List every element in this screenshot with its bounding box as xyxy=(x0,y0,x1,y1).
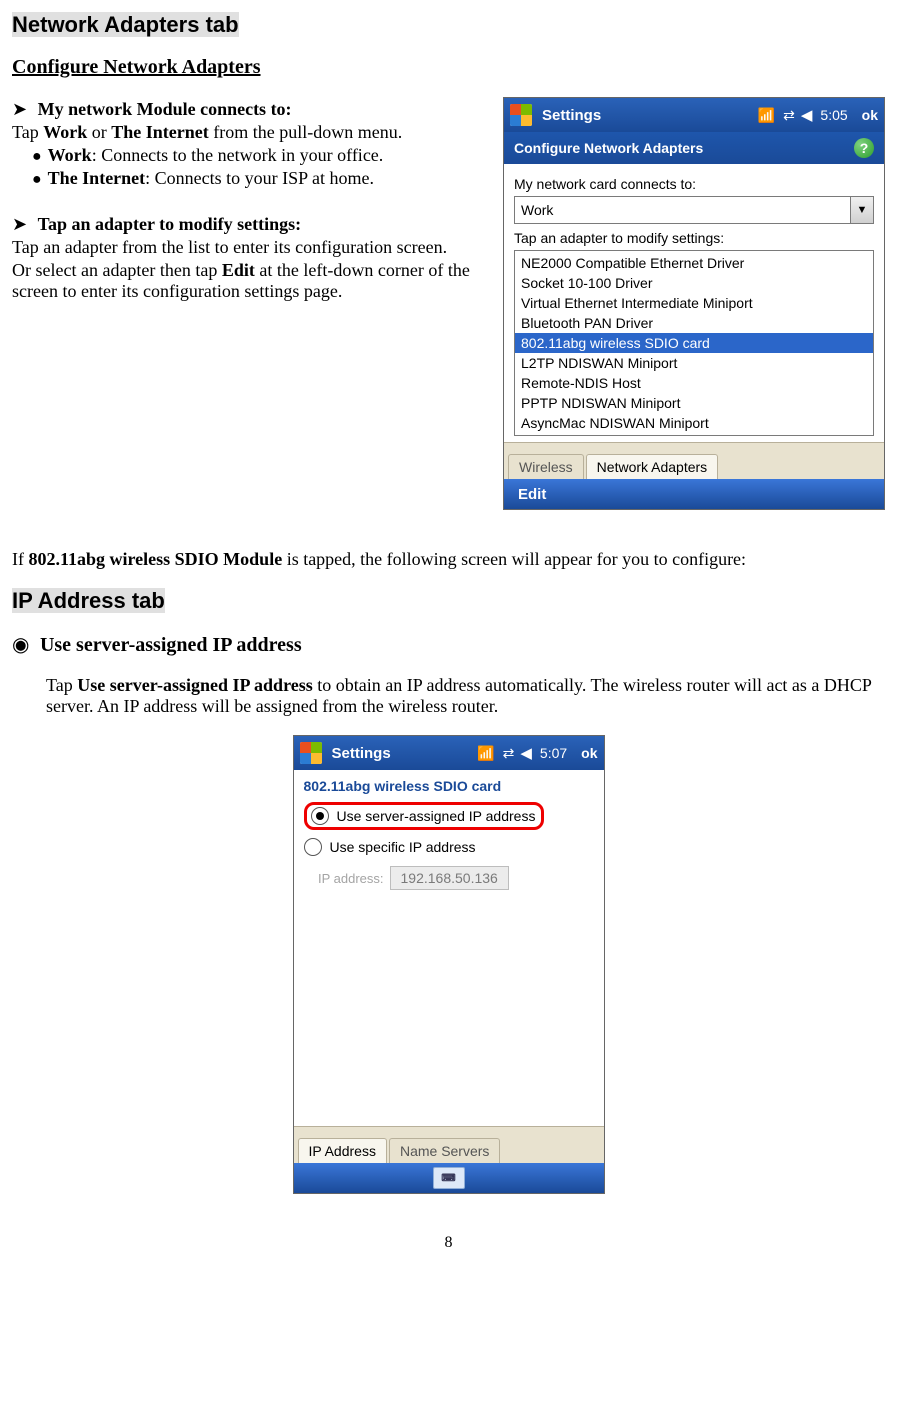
connects-to-dropdown[interactable]: Work ▼ xyxy=(514,196,874,224)
window-title: Settings xyxy=(542,107,601,124)
heading-configure-network-adapters: Configure Network Adapters xyxy=(12,56,261,78)
list-item[interactable]: Socket 10-100 Driver xyxy=(515,273,873,293)
list-item[interactable]: Virtual Ethernet Intermediate Miniport xyxy=(515,293,873,313)
antenna-icon[interactable]: 📶 xyxy=(758,107,775,124)
doc-text: Tap an adapter from the list to enter it… xyxy=(12,237,489,258)
chevron-right-icon: ➤ xyxy=(12,214,27,234)
ok-button[interactable]: ok xyxy=(862,107,878,123)
item-use-server-assigned: Use server-assigned IP address xyxy=(40,634,302,656)
list-item-selected[interactable]: 802.11abg wireless SDIO card xyxy=(515,333,873,353)
item-my-network-module: My network Module connects to: xyxy=(38,99,292,119)
doc-text: : Connects to your ISP at home. xyxy=(145,168,374,188)
doc-text: or xyxy=(87,122,111,142)
doc-text-bold: Edit xyxy=(222,260,255,280)
screenshot-ip-address: Settings 📶 ⇄ ◀ 5:07 ok 802.11abg wireles… xyxy=(293,735,605,1194)
edit-button[interactable]: Edit xyxy=(518,486,546,503)
card-title: 802.11abg wireless SDIO card xyxy=(294,770,604,798)
radio-server-assigned[interactable] xyxy=(311,807,329,825)
ok-button[interactable]: ok xyxy=(581,745,597,761)
clock-time: 5:07 xyxy=(540,745,567,761)
dropdown-value: Work xyxy=(515,202,850,218)
adapter-listbox[interactable]: NE2000 Compatible Ethernet Driver Socket… xyxy=(514,250,874,436)
doc-text: Or select an adapter then tap xyxy=(12,260,222,280)
list-item[interactable]: Bluetooth PAN Driver xyxy=(515,313,873,333)
doc-text: Tap xyxy=(12,122,43,142)
start-flag-icon[interactable] xyxy=(300,742,322,764)
list-item[interactable]: L2TP NDISWAN Miniport xyxy=(515,353,873,373)
doc-text: : Connects to the network in your office… xyxy=(92,145,384,165)
doc-text-bold: The Internet xyxy=(48,168,146,188)
doc-text-bold: Work xyxy=(48,145,92,165)
list-item[interactable]: Remote-NDIS Host xyxy=(515,373,873,393)
radio-label[interactable]: Use server-assigned IP address xyxy=(337,808,536,824)
tab-ip-address[interactable]: IP Address xyxy=(298,1138,387,1163)
bullet-icon: ● xyxy=(32,148,42,165)
label-tap-adapter: Tap an adapter to modify settings: xyxy=(514,230,874,246)
radio-specific-ip[interactable] xyxy=(304,838,322,856)
item-tap-an-adapter: Tap an adapter to modify settings: xyxy=(38,214,302,234)
doc-text-bold: Work xyxy=(43,122,87,142)
heading-ip-address-tab: IP Address tab xyxy=(12,588,165,613)
window-title: Settings xyxy=(332,745,391,762)
start-flag-icon[interactable] xyxy=(510,104,532,126)
speaker-icon[interactable]: ◀ xyxy=(801,106,813,124)
doc-text: from the pull-down menu. xyxy=(209,122,402,142)
speaker-icon[interactable]: ◀ xyxy=(520,744,532,762)
screenshot-network-adapters: Settings 📶 ⇄ ◀ 5:05 ok Configure Network… xyxy=(503,97,885,510)
highlight-ring: Use server-assigned IP address xyxy=(304,802,545,830)
ip-address-label: IP address: xyxy=(304,871,384,886)
radio-label[interactable]: Use specific IP address xyxy=(330,839,476,855)
ip-address-field: 192.168.50.136 xyxy=(390,866,509,890)
clock-time: 5:05 xyxy=(820,107,847,123)
list-item[interactable]: NE2000 Compatible Ethernet Driver xyxy=(515,253,873,273)
chevron-down-icon[interactable]: ▼ xyxy=(850,197,873,223)
list-item[interactable]: PPTP NDISWAN Miniport xyxy=(515,393,873,413)
keyboard-icon[interactable]: ⌨ xyxy=(433,1167,465,1189)
tab-network-adapters[interactable]: Network Adapters xyxy=(586,454,719,479)
list-item[interactable]: AsyncMac NDISWAN Miniport xyxy=(515,413,873,433)
radio-bullet-icon: ◉ xyxy=(12,634,29,656)
chevron-right-icon: ➤ xyxy=(12,99,27,119)
doc-text-bold: The Internet xyxy=(111,122,209,142)
label-connects-to: My network card connects to: xyxy=(514,176,874,192)
doc-text: is tapped, the following screen will app… xyxy=(282,549,746,569)
connectivity-icon[interactable]: ⇄ xyxy=(503,745,513,762)
page-number: 8 xyxy=(12,1234,885,1252)
doc-text: If xyxy=(12,549,29,569)
subheader-title: Configure Network Adapters xyxy=(514,140,703,156)
connectivity-icon[interactable]: ⇄ xyxy=(783,107,793,124)
bullet-icon: ● xyxy=(32,171,42,188)
help-icon[interactable]: ? xyxy=(854,138,874,158)
doc-text-bold: 802.11abg wireless SDIO Module xyxy=(29,549,283,569)
doc-text-bold: Use server-assigned IP address xyxy=(77,675,313,695)
doc-text: Tap xyxy=(46,675,77,695)
tab-wireless[interactable]: Wireless xyxy=(508,454,584,479)
tab-name-servers[interactable]: Name Servers xyxy=(389,1138,500,1163)
antenna-icon[interactable]: 📶 xyxy=(477,745,494,762)
heading-network-adapters-tab: Network Adapters tab xyxy=(12,12,239,37)
